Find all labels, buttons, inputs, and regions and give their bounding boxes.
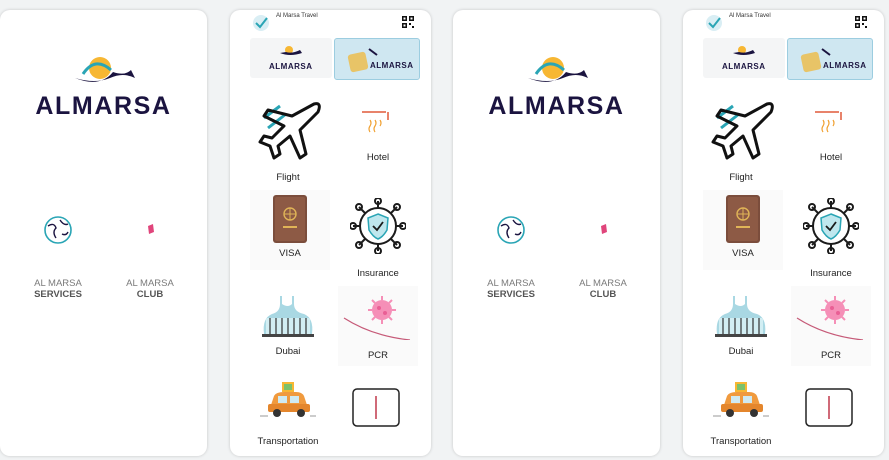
- hotel-label: Hotel: [819, 152, 843, 163]
- pcr-tile[interactable]: PCR: [791, 286, 871, 366]
- globe-icon: [44, 216, 72, 244]
- dubai-icon: [262, 296, 314, 337]
- transportation-label: Transportation: [257, 436, 319, 447]
- menu-screen: Al Marsa Travel ALMARSA ALMARSA Flight H…: [230, 10, 431, 456]
- services-label-1: AL MARSA: [34, 278, 82, 289]
- dubai-icon: [715, 296, 767, 337]
- airplane-icon: [711, 102, 774, 160]
- promo-banner-2[interactable]: ALMARSA: [787, 38, 873, 80]
- qr-code-icon[interactable]: [402, 16, 414, 28]
- almarsa-logo-icon: [528, 57, 588, 82]
- services-label-2: SERVICES: [34, 289, 82, 300]
- club-label-2: CLUB: [589, 289, 617, 300]
- pcr-label: PCR: [820, 350, 842, 361]
- dubai-tile[interactable]: Dubai: [701, 284, 781, 364]
- hotel-tile[interactable]: Hotel: [791, 94, 871, 170]
- flight-tile[interactable]: Flight: [248, 94, 328, 190]
- club-button[interactable]: AL MARSA CLUB: [110, 214, 190, 300]
- car-icon: [713, 382, 769, 417]
- almarsa-logo-icon: [280, 46, 302, 55]
- services-button[interactable]: AL MARSA SERVICES: [18, 214, 98, 300]
- shield-virus-icon: [803, 198, 859, 254]
- promo-banner-1[interactable]: ALMARSA: [703, 38, 785, 78]
- hotel-icon: [362, 111, 389, 133]
- banner-text: ALMARSA: [370, 61, 414, 70]
- club-label-1: AL MARSA: [126, 278, 174, 289]
- luggage-icon: [800, 48, 831, 73]
- almarsa-logo-icon: [75, 57, 135, 82]
- club-button[interactable]: AL MARSA CLUB: [563, 214, 643, 300]
- splash-screen: ALMARSA AL MARSA SERVICES AL MARSA CLUB: [0, 10, 207, 456]
- brand-title: ALMARSA: [488, 92, 625, 120]
- flight-tile[interactable]: Flight: [701, 94, 781, 190]
- services-button[interactable]: AL MARSA SERVICES: [471, 214, 551, 300]
- virus-icon: [796, 296, 864, 340]
- flight-label: Flight: [729, 172, 753, 183]
- pcr-tile[interactable]: PCR: [338, 286, 418, 366]
- club-icon: [601, 224, 607, 234]
- visa-tile[interactable]: VISA: [703, 190, 783, 270]
- club-icon: [148, 224, 154, 234]
- passport-icon: [726, 195, 760, 243]
- banner-text: ALMARSA: [269, 62, 313, 71]
- services-label-2: SERVICES: [487, 289, 535, 300]
- almarsa-logo-icon: [733, 46, 755, 55]
- flight-label: Flight: [276, 172, 300, 183]
- top-bar: Al Marsa Travel: [230, 10, 431, 36]
- hotel-label: Hotel: [366, 152, 390, 163]
- dubai-tile[interactable]: Dubai: [248, 284, 328, 364]
- globe-icon: [497, 216, 525, 244]
- verified-check-icon: [706, 15, 722, 31]
- insurance-tile[interactable]: Insurance: [791, 196, 871, 280]
- visa-tile[interactable]: VISA: [250, 190, 330, 270]
- promo-banner-1[interactable]: ALMARSA: [250, 38, 332, 78]
- splash-screen: ALMARSA AL MARSA SERVICES AL MARSA CLUB: [453, 10, 660, 456]
- club-label-2: CLUB: [136, 289, 164, 300]
- more-tile[interactable]: [338, 380, 418, 440]
- menu-screen: Al Marsa Travel ALMARSA ALMARSA Flight H…: [683, 10, 884, 456]
- visa-label: VISA: [279, 248, 301, 259]
- banner-text: ALMARSA: [823, 61, 867, 70]
- transportation-tile[interactable]: Transportation: [248, 376, 328, 456]
- brand-title: ALMARSA: [35, 92, 172, 120]
- insurance-tile[interactable]: Insurance: [338, 196, 418, 280]
- more-tile[interactable]: [791, 380, 871, 440]
- hotel-tile[interactable]: Hotel: [338, 94, 418, 170]
- transportation-tile[interactable]: Transportation: [701, 376, 781, 456]
- banner-text: ALMARSA: [722, 62, 766, 71]
- services-label-1: AL MARSA: [487, 278, 535, 289]
- transportation-label: Transportation: [710, 436, 772, 447]
- promo-banner-2[interactable]: ALMARSA: [334, 38, 420, 80]
- dubai-label: Dubai: [728, 346, 754, 357]
- app-title: Al Marsa Travel: [729, 13, 771, 19]
- visa-label: VISA: [732, 248, 754, 259]
- car-icon: [260, 382, 316, 417]
- card-icon: [805, 388, 853, 427]
- shield-virus-icon: [350, 198, 406, 254]
- airplane-icon: [258, 102, 321, 160]
- top-bar: Al Marsa Travel: [683, 10, 884, 36]
- passport-icon: [273, 195, 307, 243]
- hotel-icon: [815, 111, 842, 133]
- dubai-label: Dubai: [275, 346, 301, 357]
- verified-check-icon: [253, 15, 269, 31]
- card-icon: [352, 388, 400, 427]
- pcr-label: PCR: [367, 350, 389, 361]
- insurance-label: Insurance: [810, 268, 852, 279]
- app-title: Al Marsa Travel: [276, 13, 318, 19]
- club-label-1: AL MARSA: [579, 278, 627, 289]
- insurance-label: Insurance: [357, 268, 399, 279]
- virus-icon: [343, 296, 411, 340]
- luggage-icon: [347, 48, 378, 73]
- qr-code-icon[interactable]: [855, 16, 867, 28]
